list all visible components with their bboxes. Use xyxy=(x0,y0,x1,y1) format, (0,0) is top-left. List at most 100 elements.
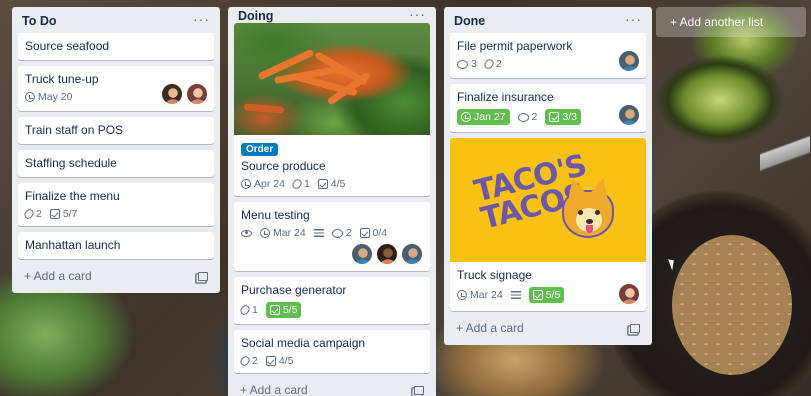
card-finalize-menu[interactable]: Finalize the menu 2 5/7 xyxy=(18,183,214,226)
card-title: Staffing schedule xyxy=(25,156,117,170)
card-file-permit[interactable]: File permit paperwork 3 2 xyxy=(450,33,646,78)
checklist-icon xyxy=(532,290,543,300)
card-truck-signage[interactable]: TACO'S TACOS Truck signage Mar 24 5/5 xyxy=(450,138,646,311)
list-menu-icon[interactable]: ··· xyxy=(409,7,426,21)
checklist-complete-badge: 5/5 xyxy=(265,302,302,318)
paperclip-icon xyxy=(238,303,252,317)
list-title[interactable]: Done xyxy=(454,14,485,28)
checklist-badge: 5/7 xyxy=(49,208,77,220)
list-to-do: To Do ··· Source seafood Truck tune-up M… xyxy=(12,7,220,293)
paperclip-icon xyxy=(22,207,36,221)
comment-icon xyxy=(517,112,529,122)
attachments-badge: 2 xyxy=(238,354,258,368)
comment-icon xyxy=(457,59,468,69)
card-title: Finalize the menu xyxy=(25,189,120,203)
clock-icon xyxy=(241,179,251,189)
card-manhattan-launch[interactable]: Manhattan launch xyxy=(18,232,214,259)
board: To Do ··· Source seafood Truck tune-up M… xyxy=(12,7,652,396)
clock-icon xyxy=(25,92,35,102)
card-title: Menu testing xyxy=(241,208,310,222)
add-card-button[interactable]: + Add a card xyxy=(234,373,430,396)
comments-badge: 3 xyxy=(457,58,477,70)
card-title: Purchase generator xyxy=(241,283,347,297)
comments-badge: 2 xyxy=(517,111,537,123)
card-cover-image: TACO'S TACOS xyxy=(450,138,646,262)
due-date-badge: Apr 24 xyxy=(241,178,285,190)
add-another-list-button[interactable]: + Add another list xyxy=(656,7,806,37)
card-social-media-campaign[interactable]: Social media campaign 2 4/5 xyxy=(234,330,430,373)
card-template-icon[interactable] xyxy=(414,385,424,395)
avatar[interactable] xyxy=(618,283,640,305)
checklist-icon xyxy=(317,179,328,189)
card-staffing-schedule[interactable]: Staffing schedule xyxy=(18,150,214,177)
checklist-icon xyxy=(549,112,560,122)
add-card-label: + Add a card xyxy=(456,321,524,335)
attachments-badge: 1 xyxy=(238,303,258,317)
list-title[interactable]: Doing xyxy=(238,9,273,23)
description-icon xyxy=(313,229,324,237)
add-card-button[interactable]: + Add a card xyxy=(450,311,646,339)
add-card-button[interactable]: + Add a card xyxy=(18,259,214,287)
list-menu-icon[interactable]: ··· xyxy=(193,12,210,26)
checklist-badge: 4/5 xyxy=(317,178,345,190)
taco-logo-text: TACO'S TACOS xyxy=(470,148,590,237)
mouse-cursor-icon xyxy=(668,257,677,271)
avatar[interactable] xyxy=(186,83,208,105)
description-icon xyxy=(510,291,521,299)
card-finalize-insurance[interactable]: Finalize insurance Jan 27 2 3/3 xyxy=(450,84,646,132)
list-header: To Do ··· xyxy=(18,7,214,33)
add-card-label: + Add a card xyxy=(24,269,92,283)
list-menu-icon[interactable]: ··· xyxy=(625,12,642,26)
card-source-seafood[interactable]: Source seafood xyxy=(18,33,214,60)
paperclip-icon xyxy=(482,57,496,71)
due-date-badge: Mar 24 xyxy=(260,227,306,239)
card-title: Social media campaign xyxy=(241,336,366,350)
list-doing: Doing ··· Order Source produce Apr 24 1 xyxy=(228,7,436,396)
paperclip-icon xyxy=(238,354,252,368)
clock-icon xyxy=(457,290,467,300)
card-label: Order xyxy=(241,143,279,156)
card-menu-testing[interactable]: Menu testing Mar 24 2 0/4 xyxy=(234,202,430,271)
avatar[interactable] xyxy=(161,83,183,105)
attachments-badge: 2 xyxy=(482,57,502,71)
avatar[interactable] xyxy=(351,243,373,265)
card-purchase-generator[interactable]: Purchase generator 1 5/5 xyxy=(234,277,430,324)
due-date-complete-badge: Jan 27 xyxy=(457,109,510,125)
card-cover-image xyxy=(234,23,430,135)
card-template-icon[interactable] xyxy=(630,323,640,333)
checklist-icon xyxy=(49,209,60,219)
avatar[interactable] xyxy=(618,104,640,126)
card-title: Source produce xyxy=(241,159,326,173)
card-truck-tune-up[interactable]: Truck tune-up May 20 xyxy=(18,66,214,111)
attachments-badge: 1 xyxy=(290,177,310,191)
avatar[interactable] xyxy=(618,50,640,72)
card-title: Truck signage xyxy=(457,268,532,282)
add-card-label: + Add a card xyxy=(240,383,308,396)
card-template-icon[interactable] xyxy=(198,271,208,281)
checklist-icon xyxy=(265,356,276,366)
eye-icon xyxy=(241,229,252,237)
comments-badge: 2 xyxy=(331,227,352,239)
card-source-produce[interactable]: Order Source produce Apr 24 1 4/5 xyxy=(234,23,430,196)
list-header: Done ··· xyxy=(450,7,646,33)
list-header: Doing ··· xyxy=(234,7,430,23)
clock-icon xyxy=(461,112,471,122)
checklist-badge: 4/5 xyxy=(265,355,293,367)
dog-mascot-icon xyxy=(562,190,614,238)
background-fork xyxy=(760,110,810,200)
list-title[interactable]: To Do xyxy=(22,14,56,28)
checklist-complete-badge: 3/3 xyxy=(545,109,581,125)
card-train-staff[interactable]: Train staff on POS xyxy=(18,117,214,144)
card-title: Train staff on POS xyxy=(25,123,124,137)
avatar[interactable] xyxy=(376,243,398,265)
card-title: File permit paperwork xyxy=(457,39,573,53)
attachments-badge: 2 xyxy=(22,207,42,221)
due-date-badge: May 20 xyxy=(25,91,72,103)
avatar[interactable] xyxy=(401,243,423,265)
card-title: Source seafood xyxy=(25,39,110,53)
checklist-icon xyxy=(359,228,370,238)
card-title: Finalize insurance xyxy=(457,90,554,104)
comment-icon xyxy=(331,228,343,238)
description-badge xyxy=(313,229,324,237)
description-badge xyxy=(510,291,521,299)
